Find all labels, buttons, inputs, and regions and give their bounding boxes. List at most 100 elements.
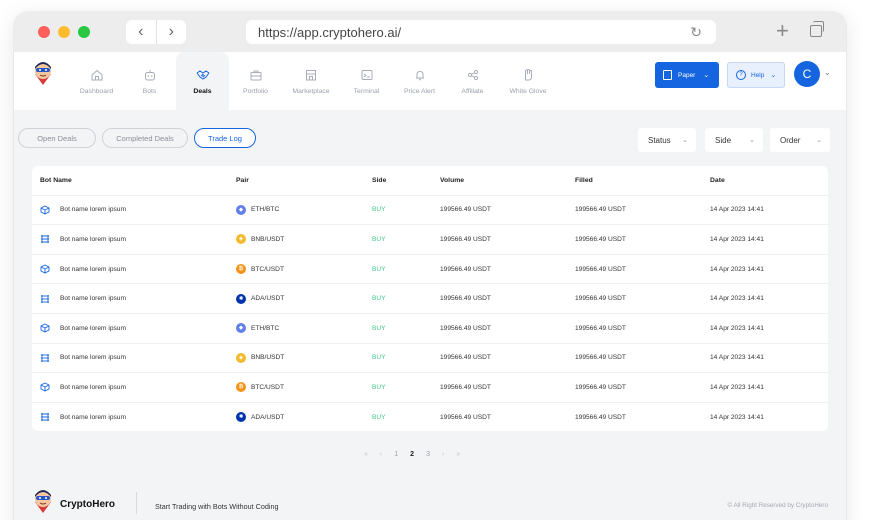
bnb-coin-icon: ◈ <box>236 352 246 363</box>
bot-name-cell[interactable]: Bot name lorem ipsum <box>40 255 126 284</box>
nav-label: Bots <box>142 87 157 95</box>
avatar[interactable]: C <box>794 61 820 87</box>
tabs-overview-icon[interactable] <box>810 21 824 37</box>
date-text: 14 Apr 2023 14:41 <box>710 235 764 243</box>
table-row[interactable]: Bot name lorem ipsum ✺ ADA/USDT BUY 199566.4… <box>32 403 828 431</box>
back-icon[interactable]: ‹ <box>126 20 156 44</box>
table-row[interactable]: Bot name lorem ipsum ₿ BTC/USDT BUY 199566.4… <box>32 373 828 403</box>
pair-cell: ◈ BNB/USDT <box>236 344 284 373</box>
footer-tagline: Start Trading with Bots Without Coding <box>155 502 279 511</box>
table-row[interactable]: Bot name lorem ipsum ◈ BNB/USDT BUY 199566.4… <box>32 344 828 374</box>
browser-toolbar: ‹ › https://app.cryptohero.ai/ ↻ + <box>14 12 846 52</box>
chevron-down-icon[interactable]: ⌄ <box>824 68 831 77</box>
tab-completed-deals[interactable]: Completed Deals <box>102 128 188 148</box>
table-row[interactable]: Bot name lorem ipsum ✺ ADA/USDT BUY 199566.4… <box>32 284 828 314</box>
nav-item-price-alert[interactable]: Price Alert <box>393 52 446 110</box>
pair-text: ETH/BTC <box>251 324 280 332</box>
maximize-window-button[interactable] <box>78 26 90 38</box>
cryptohero-logo[interactable] <box>32 60 54 86</box>
filled-text: 199566.49 USDT <box>575 206 626 214</box>
address-bar[interactable]: https://app.cryptohero.ai/ ↻ <box>246 20 716 44</box>
nav-item-affiliate[interactable]: Affiliate <box>446 52 499 110</box>
btc-coin-icon: ₿ <box>236 264 246 275</box>
tab-open-deals[interactable]: Open Deals <box>18 128 96 148</box>
table-row[interactable]: Bot name lorem ipsum ◆ ETH/BTC BUY 199566.49… <box>32 314 828 344</box>
side-text: BUY <box>372 383 386 391</box>
bot-name-cell[interactable]: Bot name lorem ipsum <box>40 344 126 373</box>
column-header-volume[interactable]: Volume <box>440 166 464 195</box>
date-text: 14 Apr 2023 14:41 <box>710 206 764 214</box>
bot-name-cell[interactable]: Bot name lorem ipsum <box>40 403 126 431</box>
side-text: BUY <box>372 324 386 332</box>
bot-name-cell[interactable]: Bot name lorem ipsum <box>40 314 126 343</box>
date-text: 14 Apr 2023 14:41 <box>710 354 764 362</box>
order-filter[interactable]: Order ⌄ <box>770 128 830 152</box>
first-page-button[interactable]: « <box>364 451 368 458</box>
table-row[interactable]: Bot name lorem ipsum ◆ ETH/BTC BUY 199566.49… <box>32 196 828 226</box>
volume-text: 199566.49 USDT <box>440 324 491 332</box>
date-text: 14 Apr 2023 14:41 <box>710 265 764 273</box>
tab-trade-log[interactable]: Trade Log <box>194 128 256 148</box>
page-2-button[interactable]: 2 <box>410 451 414 458</box>
page-3-button[interactable]: 3 <box>426 451 430 458</box>
document-icon <box>663 70 672 80</box>
nav-item-marketplace[interactable]: Marketplace <box>282 52 340 110</box>
column-header-side[interactable]: Side <box>372 166 386 195</box>
table-row[interactable]: Bot name lorem ipsum ◈ BNB/USDT BUY 199566.4… <box>32 225 828 255</box>
bot-name: Bot name lorem ipsum <box>60 354 126 362</box>
pair-cell: ◈ BNB/USDT <box>236 225 284 254</box>
pair-text: BNB/USDT <box>251 235 285 243</box>
bot-name-cell[interactable]: Bot name lorem ipsum <box>40 196 126 225</box>
terminal-icon <box>361 69 372 80</box>
bot-name-cell[interactable]: Bot name lorem ipsum <box>40 284 126 313</box>
filled-text: 199566.49 USDT <box>575 354 626 362</box>
briefcase-icon <box>250 70 261 80</box>
prev-page-button[interactable]: ‹ <box>380 451 382 458</box>
bot-name: Bot name lorem ipsum <box>60 206 126 214</box>
chevron-down-icon: ⌄ <box>703 72 710 79</box>
reload-icon[interactable]: ↻ <box>690 24 702 41</box>
bot-name: Bot name lorem ipsum <box>60 295 126 303</box>
column-header-filled[interactable]: Filled <box>575 166 593 195</box>
bot-name: Bot name lorem ipsum <box>60 413 126 421</box>
nav-item-terminal[interactable]: Terminal <box>340 52 393 110</box>
next-page-button[interactable]: › <box>442 451 444 458</box>
side-filter[interactable]: Side ⌄ <box>705 128 763 152</box>
nav-item-portfolio[interactable]: Portfolio <box>229 52 282 110</box>
volume-text: 199566.49 USDT <box>440 295 491 303</box>
cube-icon <box>40 205 50 215</box>
nav-item-white-glove[interactable]: White Glove <box>499 52 557 110</box>
column-header-bot-name[interactable]: Bot Name <box>40 166 72 195</box>
close-window-button[interactable] <box>38 26 50 38</box>
nav-item-dashboard[interactable]: Dashboard <box>70 52 123 110</box>
main-nav: Dashboard Bots Deals Portfolio Marketpla… <box>70 52 557 110</box>
new-tab-icon[interactable]: + <box>776 18 789 44</box>
status-filter[interactable]: Status ⌄ <box>638 128 696 152</box>
minimize-window-button[interactable] <box>58 26 70 38</box>
nav-item-bots[interactable]: Bots <box>123 52 176 110</box>
bot-name-cell[interactable]: Bot name lorem ipsum <box>40 373 126 402</box>
nav-item-deals[interactable]: Deals <box>176 52 229 110</box>
help-button[interactable]: ? Help ⌄ <box>727 62 785 88</box>
nav-label: Dashboard <box>79 87 114 95</box>
page-1-button[interactable]: 1 <box>394 451 398 458</box>
nav-label: Terminal <box>353 87 380 95</box>
bot-name-cell[interactable]: Bot name lorem ipsum <box>40 225 126 254</box>
column-header-date[interactable]: Date <box>710 166 725 195</box>
column-header-pair[interactable]: Pair <box>236 166 249 195</box>
side-text: BUY <box>372 413 386 421</box>
footer: CryptoHero Start Trading with Bots Witho… <box>14 470 846 520</box>
ada-coin-icon: ✺ <box>236 293 246 304</box>
ada-coin-icon: ✺ <box>236 412 246 423</box>
chevron-down-icon: ⌄ <box>816 137 822 144</box>
table-row[interactable]: Bot name lorem ipsum ₿ BTC/USDT BUY 199566.4… <box>32 255 828 285</box>
paper-mode-button[interactable]: Paper ⌄ <box>655 62 719 88</box>
side-text: BUY <box>372 235 386 243</box>
cryptohero-logo[interactable] <box>32 488 54 514</box>
forward-icon[interactable]: › <box>155 20 187 44</box>
glove-icon <box>525 68 532 80</box>
date-text: 14 Apr 2023 14:41 <box>710 324 764 332</box>
history-nav: ‹ › <box>126 20 186 44</box>
last-page-button[interactable]: » <box>456 451 460 458</box>
cube-icon <box>40 323 50 333</box>
